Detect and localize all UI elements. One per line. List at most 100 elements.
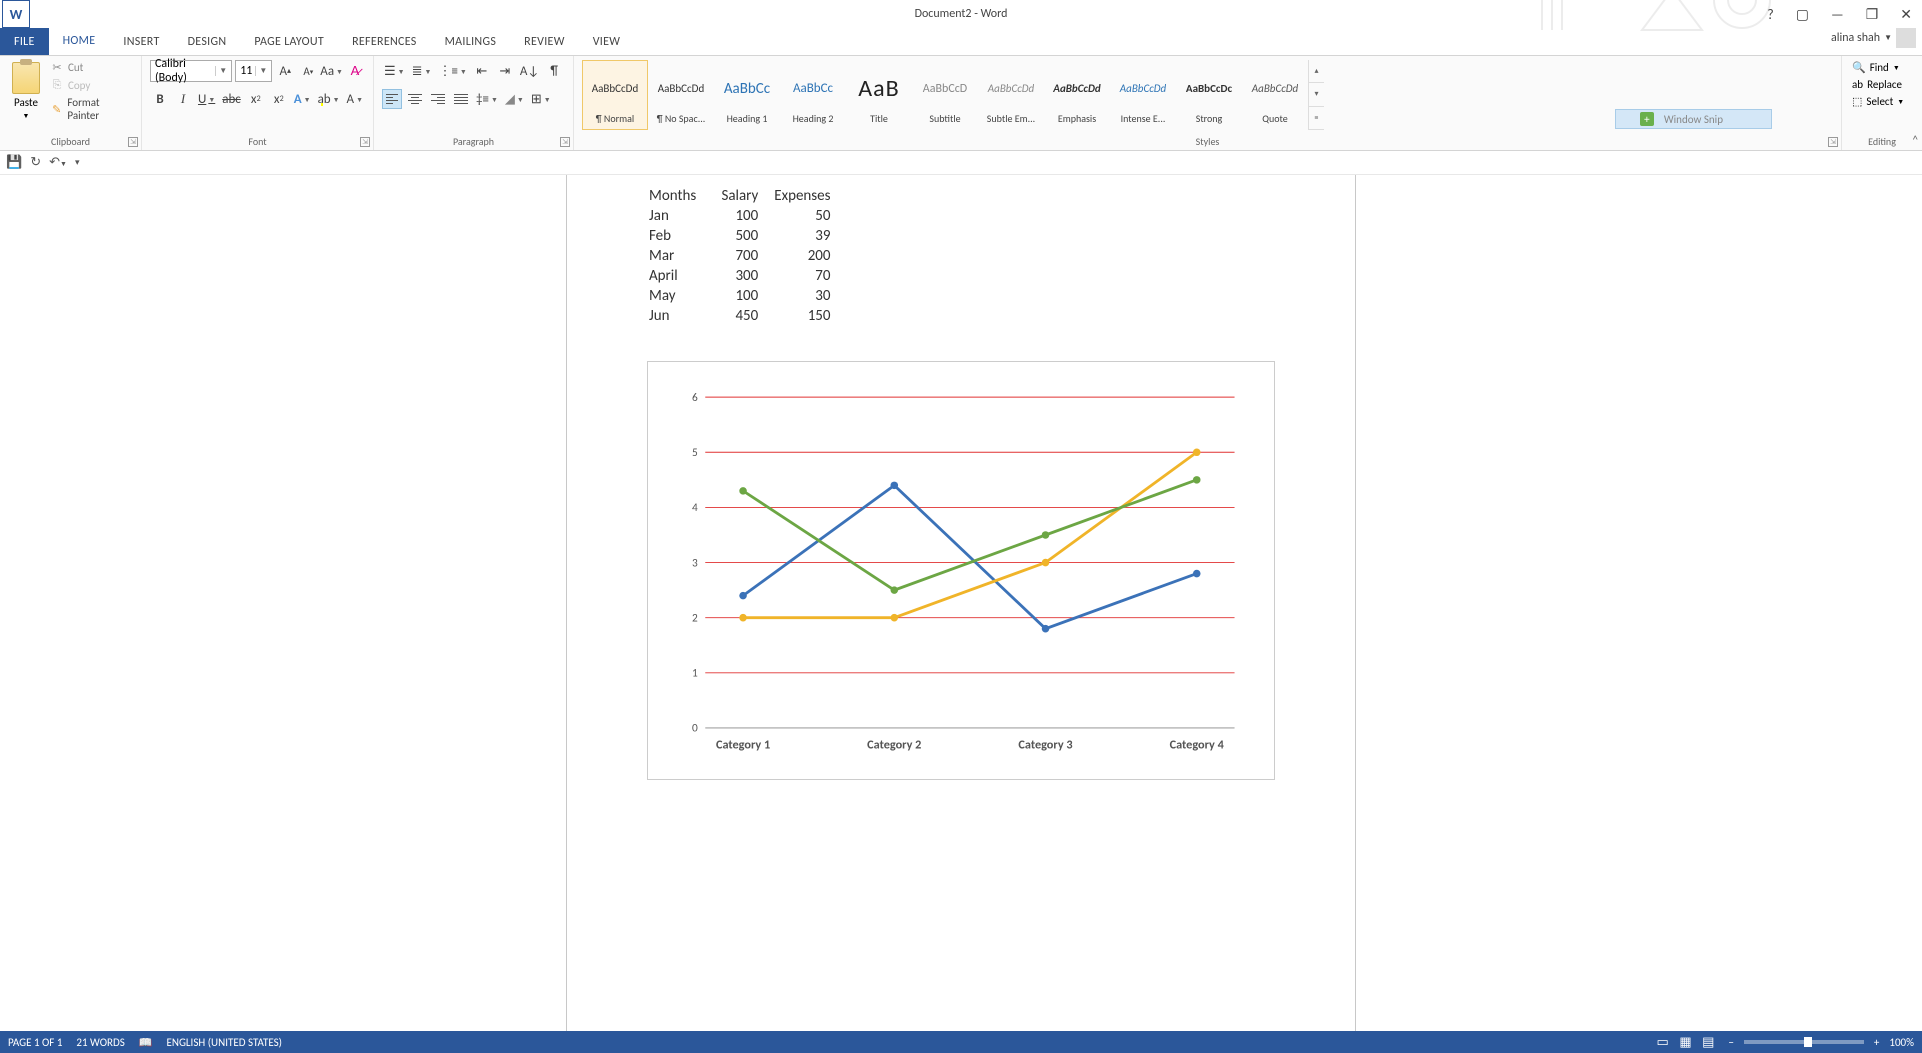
paste-button[interactable]: Paste ▼: [8, 60, 44, 123]
numbering-button[interactable]: ≣▼: [410, 60, 434, 82]
style-heading[interactable]: AaBbCcHeading 2: [780, 60, 846, 130]
styles-dialog-launcher[interactable]: ⇲: [1828, 137, 1838, 147]
zoom-out-button[interactable]: −: [1728, 1036, 1733, 1049]
avatar-icon: [1896, 28, 1916, 48]
paragraph-dialog-launcher[interactable]: ⇲: [560, 137, 570, 147]
change-case-button[interactable]: Aa▼: [321, 60, 342, 82]
help-icon[interactable]: ?: [1761, 4, 1780, 25]
undo-button[interactable]: ↶▼: [49, 155, 67, 170]
tab-file[interactable]: FILE: [0, 28, 49, 55]
find-button[interactable]: 🔍Find▼: [1850, 60, 1914, 75]
qat-customize-button[interactable]: ▾: [75, 157, 80, 168]
font-name-combo[interactable]: Calibri (Body)▼: [150, 60, 232, 82]
styles-up[interactable]: ▴: [1309, 60, 1324, 83]
font-color-button[interactable]: A▼: [345, 88, 365, 110]
read-mode-button[interactable]: ▭: [1653, 1033, 1673, 1052]
shading-button[interactable]: ◢▼: [503, 88, 526, 110]
document-area[interactable]: MonthsSalaryExpenses Jan10050Feb50039Mar…: [0, 175, 1922, 1031]
styles-more[interactable]: ≡: [1309, 107, 1324, 130]
tab-home[interactable]: HOME: [49, 28, 110, 55]
style-intensee[interactable]: AaBbCcDdIntense E...: [1110, 60, 1176, 130]
close-icon[interactable]: ✕: [1894, 4, 1918, 25]
style-emphasis[interactable]: AaBbCcDdEmphasis: [1044, 60, 1110, 130]
justify-button[interactable]: [451, 89, 471, 109]
bullets-button[interactable]: ☰▼: [382, 60, 407, 82]
replace-icon: ab: [1852, 78, 1863, 91]
ribbon-tabs: FILE HOME INSERT DESIGN PAGE LAYOUT REFE…: [0, 28, 1922, 56]
clipboard-dialog-launcher[interactable]: ⇲: [128, 137, 138, 147]
page-indicator[interactable]: PAGE 1 OF 1: [8, 1036, 62, 1049]
svg-text:4: 4: [692, 501, 698, 515]
proofing-icon[interactable]: 📖: [139, 1036, 153, 1049]
paste-label: Paste: [14, 96, 38, 109]
chart[interactable]: 0123456Category 1Category 2Category 3Cat…: [647, 361, 1275, 780]
style-title[interactable]: AaBTitle: [846, 60, 912, 130]
align-left-button[interactable]: [382, 89, 402, 109]
minimize-icon[interactable]: —: [1825, 4, 1850, 25]
zoom-slider[interactable]: [1744, 1040, 1864, 1044]
underline-button[interactable]: U▼: [196, 88, 217, 110]
grow-font-button[interactable]: A▴: [275, 60, 295, 82]
cut-button[interactable]: ✂Cut: [48, 60, 133, 75]
format-painter-button[interactable]: ✎Format Painter: [48, 95, 133, 123]
styles-down[interactable]: ▾: [1309, 83, 1324, 106]
text-effects-button[interactable]: A▼: [292, 88, 313, 110]
tab-view[interactable]: VIEW: [579, 28, 635, 55]
language-indicator[interactable]: ENGLISH (UNITED STATES): [167, 1036, 282, 1049]
restore-icon[interactable]: ❐: [1860, 4, 1885, 25]
highlight-button[interactable]: ab▼: [316, 88, 342, 110]
clear-formatting-button[interactable]: A̷: [345, 60, 365, 82]
tab-references[interactable]: REFERENCES: [338, 28, 431, 55]
strikethrough-button[interactable]: abc: [220, 88, 243, 110]
user-name: alina shah: [1831, 31, 1880, 45]
style-strong[interactable]: AaBbCcDcStrong: [1176, 60, 1242, 130]
tab-page-layout[interactable]: PAGE LAYOUT: [240, 28, 338, 55]
data-table[interactable]: MonthsSalaryExpenses Jan10050Feb50039Mar…: [647, 185, 847, 327]
tab-review[interactable]: REVIEW: [510, 28, 579, 55]
align-right-button[interactable]: [428, 89, 448, 109]
multilevel-button[interactable]: ⋮≡▼: [436, 60, 468, 82]
style-subtleem[interactable]: AaBbCcDdSubtle Em...: [978, 60, 1044, 130]
window-snip-hint[interactable]: Window Snip: [1615, 109, 1772, 129]
shrink-font-button[interactable]: A▾: [298, 60, 318, 82]
font-size-combo[interactable]: 11▼: [235, 60, 272, 82]
tab-mailings[interactable]: MAILINGS: [431, 28, 511, 55]
italic-button[interactable]: I: [173, 88, 193, 110]
select-icon: ⬚: [1852, 95, 1862, 108]
title-bar: W Document2 - Word ? ▢ — ❐ ✕: [0, 0, 1922, 28]
decrease-indent-button[interactable]: ⇤: [472, 60, 492, 82]
align-center-button[interactable]: [405, 89, 425, 109]
replace-button[interactable]: abReplace: [1850, 77, 1914, 92]
account-menu[interactable]: alina shah ▼: [1831, 28, 1916, 48]
style-heading[interactable]: AaBbCcHeading 1: [714, 60, 780, 130]
sort-button[interactable]: A↓: [518, 60, 541, 82]
bold-button[interactable]: B: [150, 88, 170, 110]
style-normal[interactable]: AaBbCcDd¶ Normal: [582, 60, 648, 130]
repeat-button[interactable]: ↻: [30, 155, 41, 170]
svg-text:Category 4: Category 4: [1170, 738, 1225, 753]
select-button[interactable]: ⬚Select▼: [1850, 94, 1914, 109]
borders-button[interactable]: ⊞▼: [529, 88, 553, 110]
line-spacing-button[interactable]: ‡≡▼: [474, 88, 500, 110]
style-nospac[interactable]: AaBbCcDd¶ No Spac...: [648, 60, 714, 130]
group-editing: 🔍Find▼ abReplace ⬚Select▼ Editing: [1842, 56, 1922, 150]
style-quote[interactable]: AaBbCcDdQuote: [1242, 60, 1308, 130]
tab-design[interactable]: DESIGN: [174, 28, 241, 55]
show-marks-button[interactable]: ¶: [544, 60, 564, 82]
paintbrush-icon: ✎: [50, 103, 63, 116]
font-dialog-launcher[interactable]: ⇲: [360, 137, 370, 147]
zoom-level[interactable]: 100%: [1889, 1036, 1914, 1049]
subscript-button[interactable]: x2: [246, 88, 266, 110]
increase-indent-button[interactable]: ⇥: [495, 60, 515, 82]
word-count[interactable]: 21 WORDS: [76, 1036, 124, 1049]
print-layout-button[interactable]: ▦: [1675, 1033, 1695, 1052]
ribbon-display-icon[interactable]: ▢: [1790, 4, 1815, 25]
tab-insert[interactable]: INSERT: [109, 28, 173, 55]
word-app-icon: W: [2, 0, 30, 28]
web-layout-button[interactable]: ▤: [1698, 1033, 1718, 1052]
collapse-ribbon-button[interactable]: ^: [1913, 133, 1918, 146]
save-button[interactable]: 💾: [6, 155, 22, 170]
superscript-button[interactable]: x2: [269, 88, 289, 110]
style-subtitle[interactable]: AaBbCcDSubtitle: [912, 60, 978, 130]
zoom-in-button[interactable]: +: [1874, 1036, 1879, 1049]
